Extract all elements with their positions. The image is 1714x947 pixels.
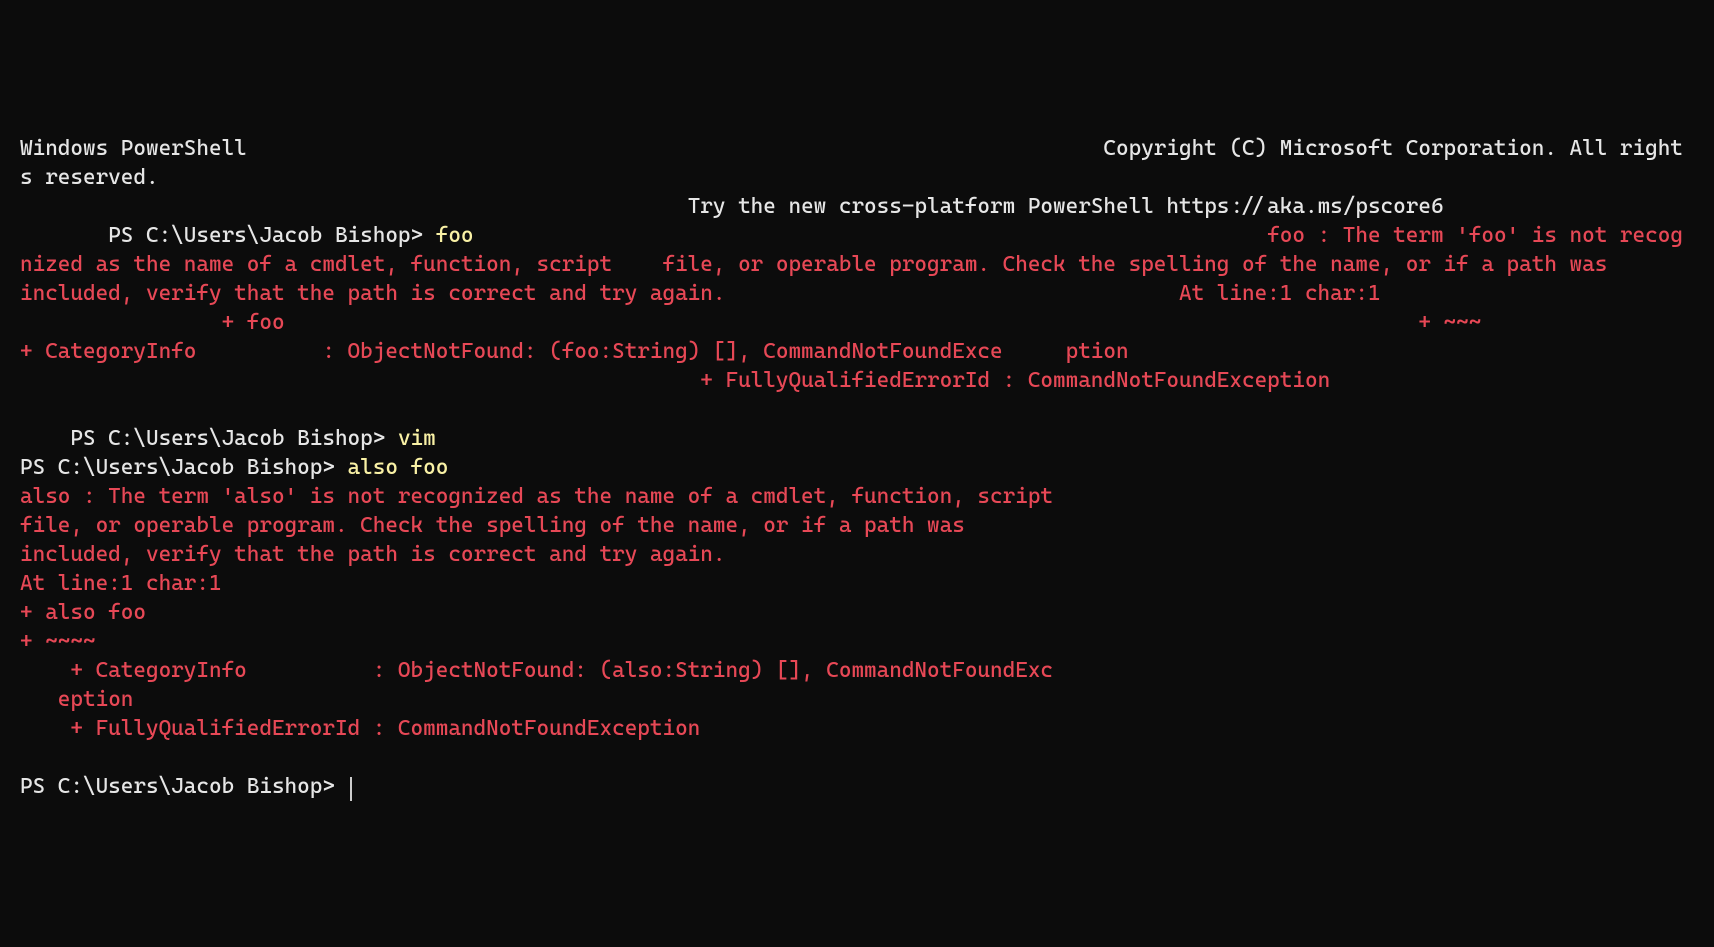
prompt-2: PS C:\Users\Jacob Bishop> — [70, 426, 398, 451]
error-also-msg-3: included, verify that the path is correc… — [20, 542, 725, 567]
gap — [474, 223, 1268, 248]
prompt-current: PS C:\Users\Jacob Bishop> — [20, 774, 348, 799]
powershell-header: Windows PowerShell Copyright (C) Microso… — [20, 136, 1683, 190]
indent — [20, 426, 70, 451]
error-foo-id: + FullyQualifiedErrorId : CommandNotFoun… — [20, 368, 1330, 393]
command-also-foo: also foo — [348, 455, 449, 480]
error-foo-trace: + foo + ~~~ + Cat — [20, 310, 1714, 364]
error-also-pointer-1: + also foo — [20, 600, 146, 625]
cursor[interactable] — [350, 777, 352, 801]
error-also-category-1: + CategoryInfo : ObjectNotFound: (also:S… — [20, 658, 1053, 683]
error-also-pointer-2: + ~~~~ — [20, 629, 96, 654]
command-foo: foo — [436, 223, 474, 248]
prompt-3: PS C:\Users\Jacob Bishop> — [20, 455, 348, 480]
error-also-id: + FullyQualifiedErrorId : CommandNotFoun… — [20, 716, 700, 741]
prompt-1: PS C:\Users\Jacob Bishop> — [108, 223, 436, 248]
terminal-output[interactable]: Windows PowerShell Copyright (C) Microso… — [20, 134, 1694, 801]
error-also-msg-1: also : The term 'also' is not recognized… — [20, 484, 1053, 509]
powershell-tip: Try the new cross-platform PowerShell ht… — [20, 194, 1444, 219]
command-vim: vim — [398, 426, 436, 451]
error-also-category-2: eption — [20, 687, 133, 712]
error-also-line: At line:1 char:1 — [20, 571, 222, 596]
error-also-msg-2: file, or operable program. Check the spe… — [20, 513, 965, 538]
indent — [20, 223, 108, 248]
